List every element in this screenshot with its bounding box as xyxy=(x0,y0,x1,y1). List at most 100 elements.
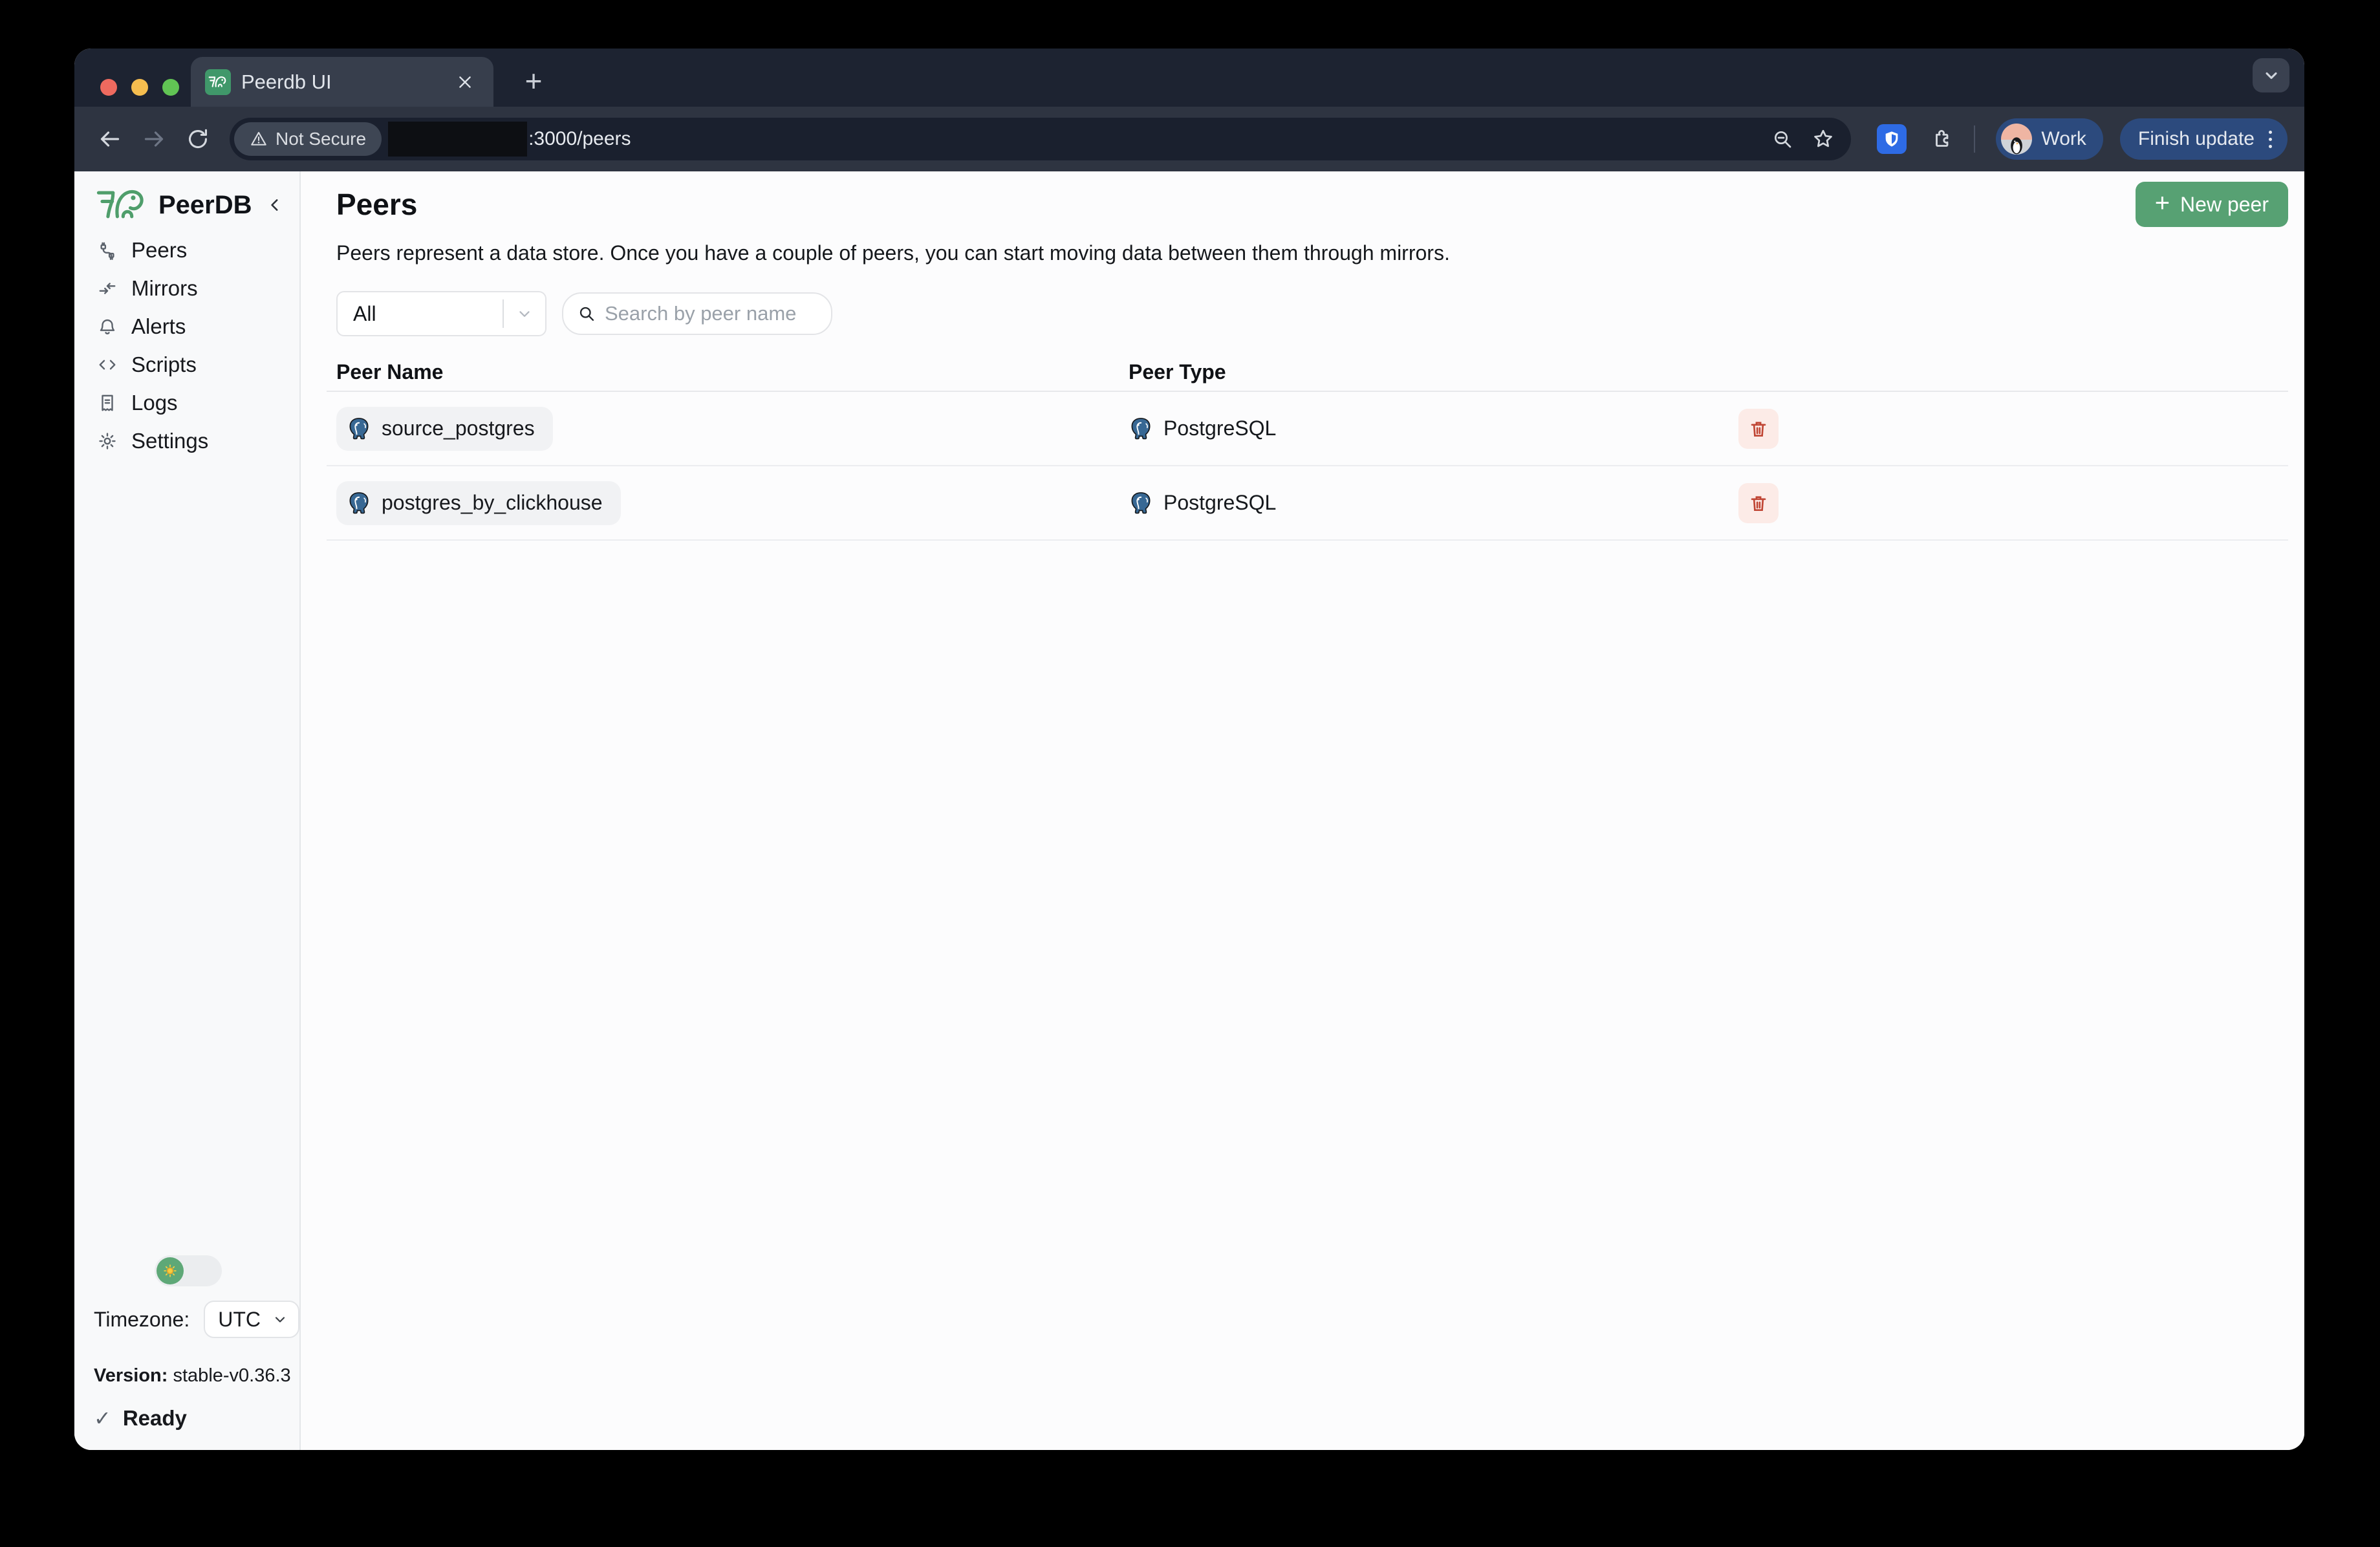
sidebar-item-label: Settings xyxy=(131,429,208,453)
peerdb-logo-icon xyxy=(94,186,148,224)
delete-peer-button[interactable] xyxy=(1738,483,1779,523)
search-icon xyxy=(578,305,596,323)
sidebar-item-logs[interactable]: Logs xyxy=(74,384,299,422)
browser-window: Peerdb UI + xyxy=(74,49,2304,1450)
filter-value: All xyxy=(338,302,503,326)
timezone-value: UTC xyxy=(218,1308,272,1332)
delete-peer-button[interactable] xyxy=(1738,409,1779,449)
sidebar-footer: Timezone: UTC Version: stable-v0.36.3 ✓ … xyxy=(74,1255,299,1431)
cable-icon xyxy=(98,241,117,260)
main-panel: Peers + New peer Peers represent a data … xyxy=(301,171,2304,1450)
check-icon: ✓ xyxy=(94,1406,111,1431)
filter-row: All xyxy=(336,291,2288,336)
tab-strip: Peerdb UI + xyxy=(74,49,2304,107)
new-peer-button[interactable]: + New peer xyxy=(2136,182,2288,227)
minimize-window-button[interactable] xyxy=(131,79,148,96)
tab-close-icon[interactable] xyxy=(451,68,479,96)
peer-type: PostgreSQL xyxy=(1163,491,1276,515)
peerdb-favicon-icon xyxy=(205,69,231,95)
url-text: :3000/peers xyxy=(528,128,631,150)
profile-chip[interactable]: Work xyxy=(1996,118,2103,160)
browser-toolbar: Not Secure :3000/peers xyxy=(74,107,2304,171)
trash-icon xyxy=(1749,419,1768,438)
peer-type-cell: PostgreSQL xyxy=(1119,491,1738,515)
peer-type-filter-select[interactable]: All xyxy=(336,291,546,336)
postgresql-icon xyxy=(1129,416,1153,441)
peer-name-link[interactable]: source_postgres xyxy=(336,407,553,451)
receipt-icon xyxy=(98,393,117,413)
table-header: Peer Name Peer Type xyxy=(327,353,2288,392)
peer-name: postgres_by_clickhouse xyxy=(382,491,603,515)
finish-update-label: Finish update xyxy=(2138,128,2255,150)
sidebar-item-label: Mirrors xyxy=(131,276,198,301)
column-peer-type: Peer Type xyxy=(1119,360,1738,384)
browser-tab[interactable]: Peerdb UI xyxy=(191,57,493,107)
page-content: PeerDB Peers xyxy=(74,171,2304,1450)
sidebar-item-scripts[interactable]: Scripts xyxy=(74,345,299,384)
zoom-window-button[interactable] xyxy=(162,79,179,96)
search-input[interactable] xyxy=(605,302,818,325)
postgresql-icon xyxy=(347,491,371,515)
not-secure-chip[interactable]: Not Secure xyxy=(234,122,382,156)
peer-name-link[interactable]: postgres_by_clickhouse xyxy=(336,481,621,525)
page-description: Peers represent a data store. Once you h… xyxy=(336,241,2288,265)
sidebar-nav: Peers Mirrors xyxy=(74,231,299,460)
chevron-down-icon xyxy=(504,305,545,322)
bookmark-star-icon[interactable] xyxy=(1812,128,1834,150)
finish-update-button[interactable]: Finish update xyxy=(2120,118,2288,160)
postgresql-icon xyxy=(1129,491,1153,515)
security-label: Not Secure xyxy=(276,129,366,149)
version-text: Version: stable-v0.36.3 xyxy=(74,1365,299,1387)
plus-icon: + xyxy=(2155,190,2170,216)
collapse-sidebar-icon[interactable] xyxy=(267,197,284,213)
peer-type-cell: PostgreSQL xyxy=(1119,416,1738,441)
status-row: ✓ Ready xyxy=(74,1406,299,1431)
gear-icon xyxy=(98,431,117,451)
version-value: stable-v0.36.3 xyxy=(173,1365,291,1386)
timezone-select[interactable]: UTC xyxy=(204,1301,299,1338)
tab-title: Peerdb UI xyxy=(241,70,440,94)
tab-search-button[interactable] xyxy=(2253,58,2289,92)
theme-toggle[interactable] xyxy=(155,1255,222,1286)
traffic-lights xyxy=(100,79,179,96)
forward-icon[interactable] xyxy=(135,120,173,158)
warning-icon xyxy=(250,130,268,148)
sidebar-item-label: Scripts xyxy=(131,352,197,377)
sidebar-item-settings[interactable]: Settings xyxy=(74,422,299,460)
sidebar-item-label: Peers xyxy=(131,238,187,263)
postgresql-icon xyxy=(347,416,371,441)
sidebar-item-mirrors[interactable]: Mirrors xyxy=(74,269,299,307)
timezone-label: Timezone: xyxy=(94,1308,189,1332)
back-icon[interactable] xyxy=(91,120,129,158)
brand-name: PeerDB xyxy=(158,191,257,220)
peer-type: PostgreSQL xyxy=(1163,416,1276,440)
brand-row: PeerDB xyxy=(74,186,299,224)
reload-icon[interactable] xyxy=(179,120,217,158)
bitwarden-shield-icon[interactable] xyxy=(1877,124,1907,154)
sidebar-item-peers[interactable]: Peers xyxy=(74,231,299,269)
code-icon xyxy=(98,355,117,374)
sidebar-item-alerts[interactable]: Alerts xyxy=(74,307,299,345)
light-mode-sun-icon xyxy=(157,1257,184,1284)
sidebar-item-label: Logs xyxy=(131,391,178,415)
extensions-puzzle-icon[interactable] xyxy=(1930,127,1953,151)
close-window-button[interactable] xyxy=(100,79,117,96)
new-peer-label: New peer xyxy=(2180,193,2269,217)
sidebar: PeerDB Peers xyxy=(74,171,301,1450)
sidebar-item-label: Alerts xyxy=(131,314,186,339)
desktop: Peerdb UI + xyxy=(0,0,2380,1547)
address-bar[interactable]: Not Secure :3000/peers xyxy=(230,118,1851,160)
new-tab-button[interactable]: + xyxy=(514,61,553,100)
peer-name: source_postgres xyxy=(382,416,535,440)
arrows-icon xyxy=(98,279,117,298)
browser-menu-icon[interactable] xyxy=(2265,131,2276,148)
column-peer-name: Peer Name xyxy=(327,360,1119,384)
toolbar-separator xyxy=(1974,125,1975,153)
peer-search[interactable] xyxy=(562,292,832,335)
timezone-row: Timezone: UTC xyxy=(74,1301,299,1338)
page-title: Peers xyxy=(336,187,2288,222)
zoom-page-icon[interactable] xyxy=(1772,129,1793,149)
version-label: Version: xyxy=(94,1365,168,1386)
chevron-down-icon xyxy=(272,1312,288,1327)
redacted-host xyxy=(388,122,527,157)
